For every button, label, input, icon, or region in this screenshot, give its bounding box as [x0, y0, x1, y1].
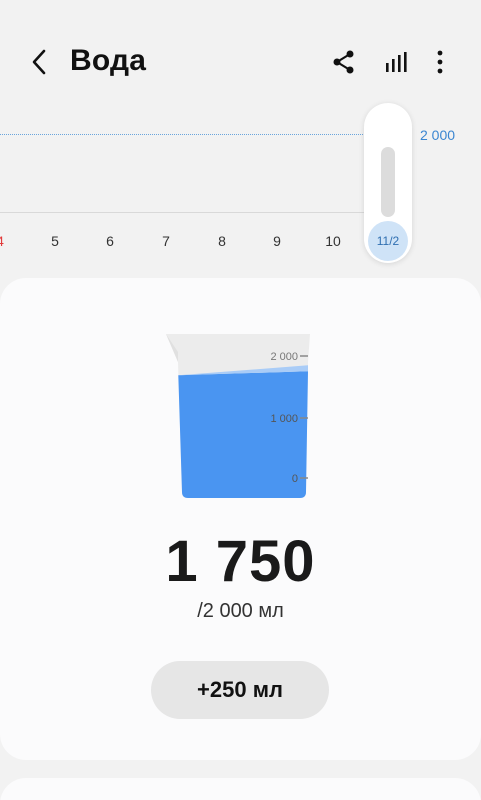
share-icon	[333, 50, 354, 74]
beaker-tick-label: 0	[292, 473, 298, 485]
water-tracker-screen: Вода 2 000 5 6 7 8 9 10 11/2 2 000 1 000…	[0, 0, 481, 800]
share-button[interactable]	[326, 44, 362, 80]
intake-amount: 1 750	[165, 529, 316, 594]
selected-day-column[interactable]: 11/2	[364, 103, 412, 263]
chevron-left-icon	[32, 49, 46, 75]
daily-intake-chart[interactable]: 2 000 4 5 6 7 8 9 10 11/2	[0, 100, 481, 275]
bar-chart-icon	[386, 52, 407, 72]
beaker-tick-label: 1 000	[270, 413, 298, 425]
selected-day-bar	[381, 147, 395, 217]
next-card	[0, 778, 481, 800]
back-button[interactable]	[22, 44, 58, 80]
target-label: 2 000	[420, 127, 456, 143]
day-label[interactable]: 8	[207, 233, 237, 249]
day-label[interactable]: 5	[40, 233, 70, 249]
intake-goal: /2 000 мл	[197, 600, 284, 622]
beaker-tick-label: 2 000	[270, 351, 298, 363]
more-options-button[interactable]	[422, 44, 458, 80]
beaker-illustration: 2 000 1 000 0	[166, 334, 310, 498]
water-intake-card: 2 000 1 000 0 1 750 /2 000 мл +250 мл	[0, 278, 481, 760]
add-water-button[interactable]: +250 мл	[151, 661, 329, 719]
page-title: Вода	[70, 44, 147, 77]
water-fill	[178, 371, 308, 498]
day-label[interactable]: 10	[318, 233, 348, 249]
day-label[interactable]: 9	[262, 233, 292, 249]
chart-baseline	[0, 212, 365, 213]
day-label[interactable]: 7	[151, 233, 181, 249]
day-label[interactable]: 6	[95, 233, 125, 249]
target-line	[0, 134, 365, 135]
more-vertical-icon	[437, 50, 443, 74]
day-label[interactable]: 4	[0, 233, 15, 249]
statistics-button[interactable]	[378, 44, 414, 80]
selected-day-label[interactable]: 11/2	[368, 221, 408, 261]
